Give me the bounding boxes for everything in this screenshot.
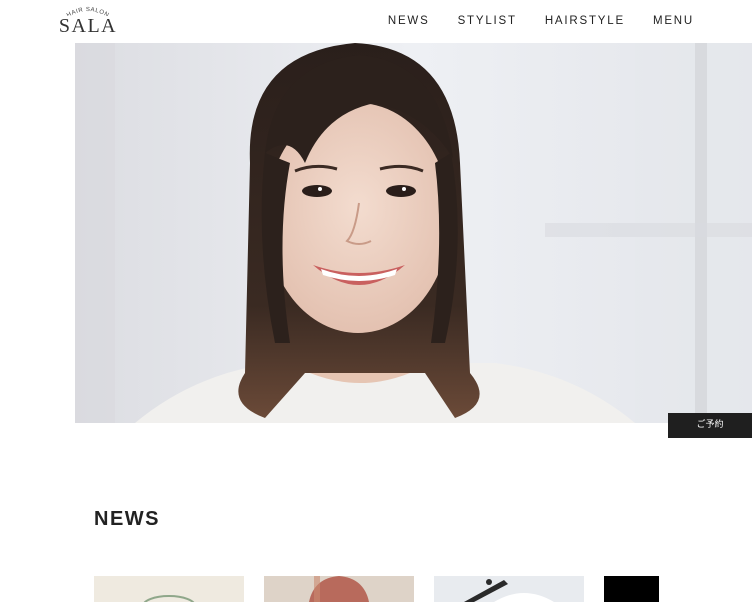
news-card-4[interactable] — [604, 576, 659, 602]
nav-item-hairstyle[interactable]: HAIRSTYLE — [545, 14, 625, 28]
logo-main-text: SALA — [58, 15, 118, 37]
logo[interactable]: HAIR SALON SALA — [56, 4, 120, 40]
main-nav: NEWS STYLIST HAIRSTYLE MENU — [388, 14, 694, 28]
pink-hair-thumbnail — [264, 576, 414, 602]
news-card-3[interactable] — [434, 576, 584, 602]
nav-item-stylist[interactable]: STYLIST — [458, 14, 517, 28]
site-header: HAIR SALON SALA NEWS STYLIST HAIRSTYLE M… — [0, 0, 752, 43]
green-glass-thumbnail — [94, 576, 244, 602]
hero-image — [75, 43, 752, 423]
reserve-button[interactable]: ご予約 — [668, 413, 752, 438]
nav-item-menu[interactable]: MENU — [653, 14, 694, 28]
hair-tools-thumbnail — [434, 576, 584, 602]
news-card-1[interactable] — [94, 576, 244, 602]
dark-thumbnail — [604, 576, 659, 602]
hero-portrait-illustration — [75, 43, 752, 423]
news-heading: NEWS — [94, 508, 160, 530]
page: HAIR SALON SALA NEWS STYLIST HAIRSTYLE M… — [0, 0, 752, 602]
news-card-2[interactable] — [264, 576, 414, 602]
nav-item-news[interactable]: NEWS — [388, 14, 430, 28]
